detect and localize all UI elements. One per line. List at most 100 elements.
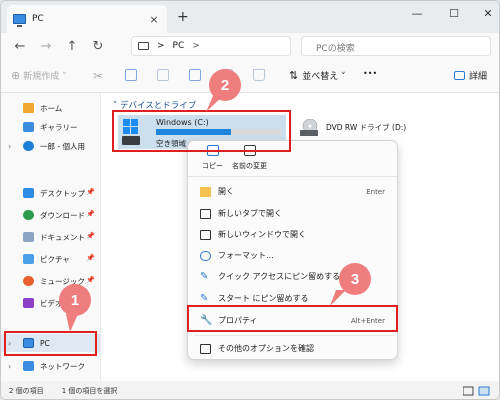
menu-item-open-new-tab[interactable]: 新しいタブで開く bbox=[188, 203, 397, 224]
menu-item-label: その他のオプションを確認 bbox=[218, 344, 314, 353]
sidebar-item-label: ホーム bbox=[40, 103, 63, 113]
refresh-icon[interactable]: ↻ bbox=[85, 39, 111, 54]
download-icon bbox=[23, 210, 34, 220]
highlight-sidebar-pc bbox=[4, 331, 97, 356]
desktop-icon bbox=[23, 188, 34, 198]
highlight-properties bbox=[187, 305, 398, 332]
new-window-icon bbox=[200, 229, 211, 240]
tab-title: PC bbox=[32, 14, 44, 24]
network-icon bbox=[23, 361, 34, 371]
new-tab-button[interactable]: + bbox=[177, 9, 189, 25]
details-button[interactable]: 詳細 bbox=[454, 69, 487, 82]
dvd-drive-icon[interactable] bbox=[299, 119, 319, 137]
copy-icon[interactable] bbox=[125, 69, 141, 81]
menu-item-open[interactable]: 開く Enter bbox=[188, 181, 397, 202]
up-arrow-icon[interactable]: ↑ bbox=[59, 39, 85, 54]
sidebar-item-music[interactable]: ミュージック 📌 bbox=[1, 272, 101, 290]
sidebar-item-label: ピクチャ bbox=[40, 254, 70, 264]
title-bar: PC × + — ☐ ✕ bbox=[1, 1, 499, 33]
sidebar-item-label: ネットワーク bbox=[40, 361, 85, 371]
forward-arrow-icon[interactable]: → bbox=[33, 39, 59, 54]
menu-item-label: 新しいタブで開く bbox=[218, 209, 282, 218]
menu-item-label: クイック アクセスにピン留めする bbox=[218, 272, 341, 281]
home-icon bbox=[23, 103, 34, 113]
gallery-icon bbox=[23, 122, 34, 132]
copy-label: コピー bbox=[202, 162, 223, 170]
back-arrow-icon[interactable]: ← bbox=[7, 39, 33, 54]
format-icon bbox=[200, 250, 211, 261]
command-bar: ⊕ 新規作成 ˅ ✂ ⇅ 並べ替え ˅ ••• 詳細 bbox=[1, 59, 499, 93]
sidebar-item-label: ギャラリー bbox=[40, 122, 78, 132]
minimize-button[interactable]: — bbox=[408, 7, 426, 20]
pin-icon: ✎ bbox=[200, 270, 209, 282]
maximize-button[interactable]: ☐ bbox=[445, 7, 463, 20]
menu-divider bbox=[194, 335, 393, 336]
navigation-bar: ← → ↑ ↻ > PC > PCの検索 bbox=[1, 33, 499, 59]
selection-count: 1 個の項目を選択 bbox=[61, 387, 118, 395]
sidebar-item-network[interactable]: › ネットワーク bbox=[1, 357, 101, 375]
status-bar: 2 個の項目 1 個の項目を選択 bbox=[1, 381, 499, 399]
monitor-icon bbox=[138, 42, 149, 50]
sidebar-item-documents[interactable]: ドキュメント 📌 bbox=[1, 228, 101, 246]
menu-item-label: スタート にピン留めする bbox=[218, 294, 309, 303]
sort-icon: ⇅ bbox=[289, 69, 299, 82]
breadcrumb-root-separator[interactable]: > bbox=[157, 41, 165, 51]
sidebar-item-gallery[interactable]: ギャラリー bbox=[1, 118, 101, 136]
breadcrumb-separator[interactable]: > bbox=[192, 41, 200, 51]
sidebar-item-downloads[interactable]: ダウンロード 📌 bbox=[1, 206, 101, 224]
video-icon bbox=[23, 298, 34, 308]
close-button[interactable]: ✕ bbox=[479, 7, 497, 20]
menu-item-label: 新しいウィンドウで開く bbox=[218, 230, 306, 239]
details-label: 詳細 bbox=[469, 72, 488, 82]
menu-item-more-options[interactable]: その他のオプションを確認 bbox=[188, 338, 397, 359]
sidebar-item-label: ダウンロード bbox=[40, 210, 85, 220]
more-options-button[interactable]: ••• bbox=[363, 69, 377, 78]
sidebar-item-label: デスクトップ bbox=[40, 188, 85, 198]
tab-pc[interactable]: PC × bbox=[7, 5, 167, 33]
chevron-right-icon[interactable]: › bbox=[8, 142, 11, 151]
menu-item-shortcut: Enter bbox=[366, 187, 385, 196]
step-badge-3: 3 bbox=[339, 263, 371, 295]
breadcrumb-pc[interactable]: PC bbox=[173, 41, 185, 51]
rename-label: 名前の変更 bbox=[232, 162, 267, 170]
sort-button[interactable]: ⇅ 並べ替え ˅ bbox=[289, 69, 346, 82]
new-label: 新規作成 ˅ bbox=[23, 72, 67, 82]
cloud-icon bbox=[23, 141, 34, 151]
menu-item-format[interactable]: フォーマット... bbox=[188, 245, 397, 266]
sidebar-item-label: ドキュメント bbox=[40, 232, 85, 242]
music-icon bbox=[23, 276, 34, 286]
sidebar-item-pictures[interactable]: ピクチャ 📌 bbox=[1, 250, 101, 268]
document-icon bbox=[23, 232, 34, 242]
step-badge-2: 2 bbox=[209, 69, 241, 101]
view-toggle-icons[interactable] bbox=[463, 386, 491, 396]
menu-item-label: 開く bbox=[218, 187, 234, 196]
picture-icon bbox=[23, 254, 34, 264]
pin-icon: 📌 bbox=[86, 210, 95, 218]
sidebar-item-onedrive[interactable]: › 一郎 - 個人用 bbox=[1, 137, 101, 155]
chevron-right-icon[interactable]: › bbox=[8, 362, 11, 371]
tab-close-icon[interactable]: × bbox=[147, 13, 161, 26]
new-tab-icon bbox=[200, 208, 211, 219]
cut-icon[interactable]: ✂ bbox=[93, 69, 103, 83]
sort-label: 並べ替え ˅ bbox=[302, 72, 346, 82]
rename-icon[interactable] bbox=[189, 69, 205, 81]
dvd-drive-name[interactable]: DVD RW ドライブ (D:) bbox=[326, 122, 406, 133]
search-input[interactable]: PCの検索 bbox=[301, 36, 491, 56]
new-button[interactable]: ⊕ 新規作成 ˅ bbox=[11, 69, 67, 82]
pin-icon: 📌 bbox=[86, 232, 95, 240]
plus-circle-icon: ⊕ bbox=[11, 69, 21, 82]
pc-icon bbox=[13, 14, 26, 27]
pin-icon: 📌 bbox=[86, 276, 95, 284]
menu-item-label: フォーマット... bbox=[218, 251, 274, 260]
sidebar-item-home[interactable]: ホーム bbox=[1, 99, 101, 117]
delete-icon[interactable] bbox=[253, 69, 269, 81]
more-options-icon bbox=[200, 343, 211, 354]
pin-icon: ✎ bbox=[200, 292, 209, 304]
address-bar[interactable]: > PC > bbox=[131, 36, 291, 56]
sidebar-item-desktop[interactable]: デスクトップ 📌 bbox=[1, 184, 101, 202]
folder-icon bbox=[200, 186, 211, 197]
step-badge-1: 1 bbox=[59, 284, 91, 316]
menu-item-open-new-window[interactable]: 新しいウィンドウで開く bbox=[188, 224, 397, 245]
item-count: 2 個の項目 bbox=[9, 387, 44, 395]
paste-icon[interactable] bbox=[157, 69, 173, 81]
